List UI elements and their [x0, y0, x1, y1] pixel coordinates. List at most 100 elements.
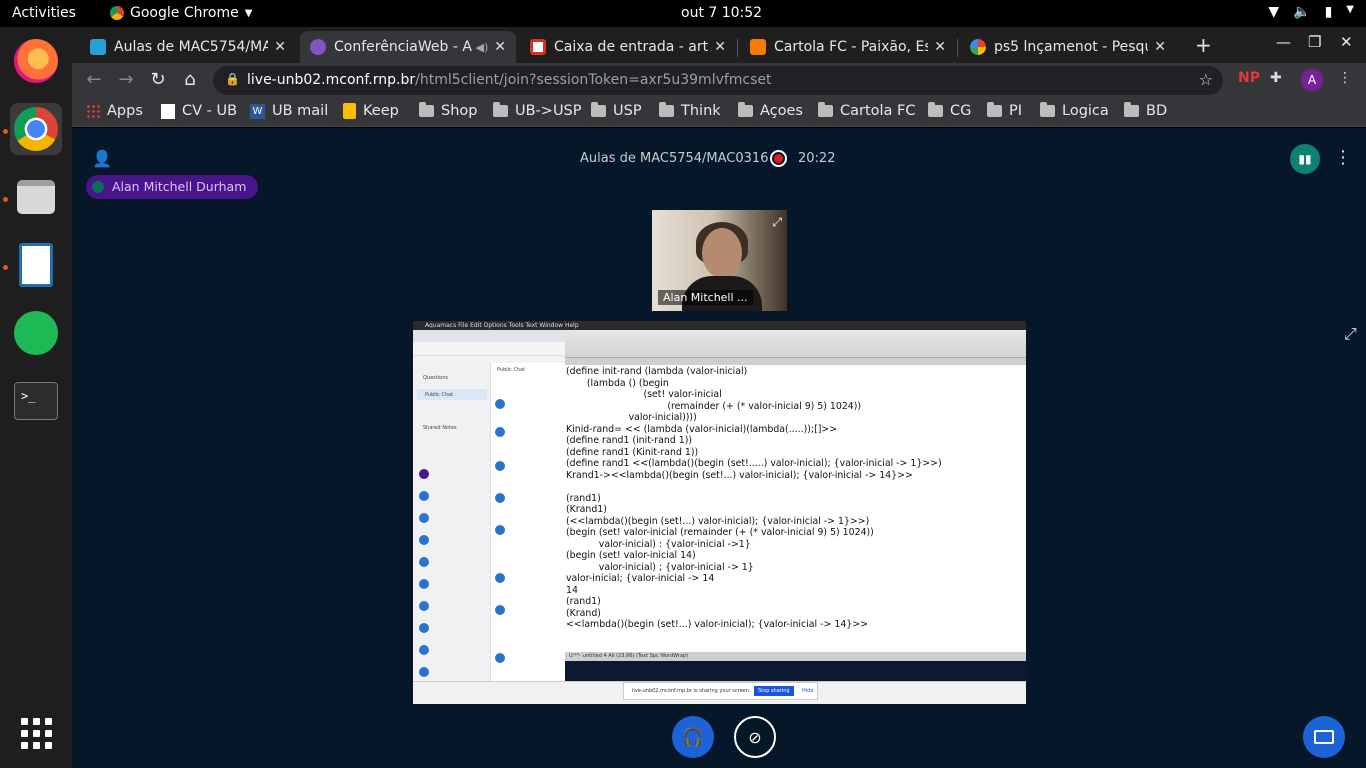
code-line: (rand1) — [566, 492, 601, 504]
bookmark-folder-ub-usp[interactable]: UB->USP — [493, 102, 582, 119]
shared-mac-menubar: Aquamacs File Edit Options Tools Text Wi… — [413, 321, 1026, 330]
tab-title: Aulas de MAC5754/MA — [114, 39, 269, 55]
presentation-button[interactable] — [1303, 716, 1345, 758]
bookmark-label: Logica — [1062, 103, 1109, 119]
bookmark-label: CG — [950, 103, 972, 119]
code-line: (Krand) — [566, 607, 601, 619]
code-line: (Krand1) — [566, 504, 607, 515]
audio-playing-icon: ◀) — [475, 40, 489, 54]
close-icon[interactable]: ✕ — [714, 39, 726, 55]
wifi-icon: ▼ — [1268, 4, 1280, 20]
stop-sharing-button: Stop sharing — [754, 686, 794, 696]
bookmark-ub-mail[interactable]: W UB mail — [250, 103, 328, 119]
bookmark-folder-acoes[interactable]: Açoes — [738, 102, 803, 119]
dock-firefox[interactable] — [10, 35, 62, 87]
webcam-person-face — [702, 228, 742, 278]
code-line: valor-inicial) : {valor-inicial ->1} — [566, 538, 751, 550]
shared-chat-avatar — [495, 573, 505, 583]
code-line: (<<lambda()(begin (set!...) valor-inicia… — [566, 515, 870, 527]
address-bar[interactable]: 🔒 live-unb02.mconf.rnp.br/html5client/jo… — [213, 66, 1223, 95]
shared-bbb-dock — [565, 661, 1026, 681]
meeting-area: 👤 Alan Mitchell Durham Aulas de MAC5754/… — [72, 128, 1366, 768]
forward-button[interactable]: → — [114, 68, 138, 92]
tab-aulas[interactable]: Aulas de MAC5754/MA ✕ — [80, 31, 296, 63]
bookmark-folder-think[interactable]: Think — [659, 102, 721, 119]
tab-cartola[interactable]: Cartola FC - Paixão, Esc ✕ — [740, 31, 956, 63]
audio-button[interactable]: 🎧 — [672, 716, 714, 758]
chrome-small-icon — [110, 6, 124, 20]
bookmark-folder-cg[interactable]: CG — [928, 102, 972, 119]
bookmark-folder-shop[interactable]: Shop — [419, 102, 477, 119]
minimize-button[interactable]: — — [1276, 33, 1291, 51]
fullscreen-expand-icon[interactable]: ⤢ — [1344, 324, 1357, 344]
bookmark-keep[interactable]: Keep — [343, 103, 399, 119]
home-button[interactable]: ⌂ — [178, 68, 202, 92]
code-line: Krand1-><<lambda()(begin (set!...) valor… — [566, 469, 913, 481]
tab-separator — [957, 39, 958, 57]
dock-writer[interactable] — [10, 239, 62, 291]
show-applications-button[interactable] — [10, 707, 62, 759]
dock-spotify[interactable] — [10, 307, 62, 359]
app-menu-label: Google Chrome — [130, 5, 239, 21]
files-icon — [17, 180, 55, 214]
tab-google-search[interactable]: ps5 lnçamenot - Pesqui ✕ — [960, 31, 1176, 63]
video-button[interactable]: ⊘ — [734, 716, 776, 758]
bookmark-folder-bd[interactable]: BD — [1124, 102, 1167, 119]
talking-indicator[interactable]: Alan Mitchell Durham — [86, 175, 259, 199]
chrome-tab-strip: Aulas de MAC5754/MA ✕ ConferênciaWeb - A… — [72, 27, 1366, 63]
connection-status-icon[interactable]: ▮▮ — [1290, 144, 1320, 174]
shared-user-avatar — [419, 513, 429, 523]
close-icon[interactable]: ✕ — [1154, 39, 1166, 55]
tab-gmail[interactable]: Caixa de entrada - arth ✕ — [520, 31, 736, 63]
system-top-bar: Activities Google Chrome ▼ out 7 10:52 ▼… — [0, 0, 1366, 27]
bookmark-cv-ub[interactable]: CV - UB — [161, 103, 237, 119]
bookmark-folder-usp[interactable]: USP — [591, 102, 642, 119]
bookmark-label: UB->USP — [515, 103, 582, 119]
bookmark-folder-logica[interactable]: Logica — [1040, 102, 1109, 119]
bookmark-label: Apps — [107, 103, 143, 119]
code-line: (define rand1 (init-rand 1)) — [566, 435, 693, 446]
app-menu[interactable]: Google Chrome ▼ — [110, 5, 252, 21]
screenshare-video[interactable]: Aquamacs File Edit Options Tools Text Wi… — [413, 321, 1026, 704]
code-line: (set! valor-inicial — [566, 389, 722, 400]
np-extension-icon[interactable]: NP — [1238, 70, 1260, 86]
profile-avatar[interactable]: A — [1301, 69, 1323, 91]
close-icon[interactable]: ✕ — [934, 39, 946, 55]
reload-button[interactable]: ↻ — [146, 68, 170, 92]
folder-icon — [987, 102, 1002, 117]
bookmark-star-icon[interactable]: ☆ — [1199, 70, 1213, 89]
bookmark-apps[interactable]: Apps — [86, 103, 143, 119]
presentation-icon — [1314, 730, 1334, 744]
dock-terminal[interactable]: >_ — [10, 375, 62, 427]
close-window-button[interactable]: ✕ — [1340, 33, 1353, 51]
user-list-toggle-icon[interactable]: 👤 — [92, 149, 112, 168]
fullscreen-expand-icon[interactable]: ⤢ — [772, 215, 782, 230]
activities-button[interactable]: Activities — [12, 5, 76, 21]
google-icon — [970, 39, 986, 55]
shared-browser-window: Questions Public Chat Shared Notes Publi… — [413, 330, 565, 704]
shared-user-avatar — [419, 623, 429, 633]
hide-button: Hide — [802, 688, 814, 694]
shared-editor-status-line: U:**- untitled 4 All (23,66) (Text Spc W… — [565, 652, 1026, 661]
webcam-video[interactable]: ⤢ Alan Mitchell ... — [652, 210, 787, 311]
bookmark-folder-pi[interactable]: PI — [987, 102, 1022, 119]
recording-icon[interactable] — [770, 150, 787, 167]
options-menu-icon[interactable]: ⋮ — [1334, 147, 1352, 168]
close-icon[interactable]: ✕ — [494, 39, 506, 55]
system-tray[interactable]: ▼ 🔈 ▮ ▼ — [1268, 4, 1354, 20]
tab-title: Caixa de entrada - arth — [554, 39, 709, 55]
dock-running-indicator — [3, 197, 8, 202]
shared-user-avatar — [419, 645, 429, 655]
extensions-puzzle-icon[interactable]: ✚ — [1270, 70, 1282, 86]
chrome-menu-icon[interactable]: ⋮ — [1338, 70, 1352, 86]
dock-chrome[interactable] — [10, 103, 62, 155]
bookmark-folder-cartola[interactable]: Cartola FC — [818, 102, 916, 119]
new-tab-button[interactable]: + — [1195, 33, 1212, 57]
shared-chat-avatar — [495, 493, 505, 503]
clock[interactable]: out 7 10:52 — [681, 5, 762, 21]
back-button[interactable]: ← — [82, 68, 106, 92]
tab-conferenciaweb[interactable]: ConferênciaWeb - A ◀) ✕ — [300, 31, 516, 63]
close-icon[interactable]: ✕ — [274, 39, 286, 55]
dock-files[interactable] — [10, 171, 62, 223]
restore-button[interactable]: ❐ — [1308, 33, 1321, 51]
